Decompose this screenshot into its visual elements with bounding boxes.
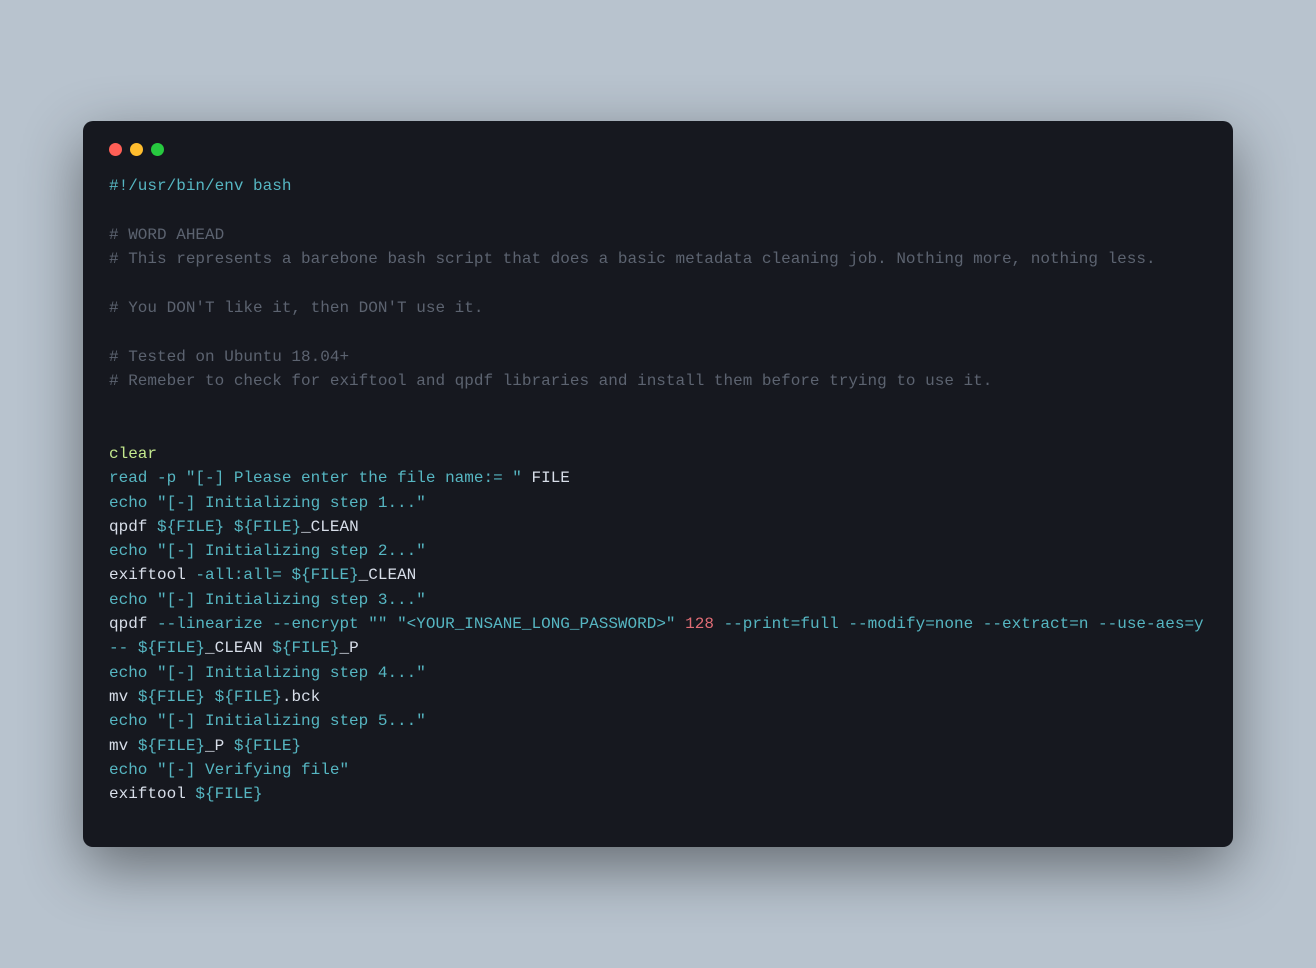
string: "[-] Initializing step 2..." <box>157 542 426 560</box>
suffix: _CLEAN <box>301 518 359 536</box>
number: 128 <box>685 615 714 633</box>
opt: -all:all= <box>195 566 281 584</box>
comment-line: # Tested on Ubuntu 18.04+ <box>109 348 349 366</box>
var: ${FILE} <box>138 639 205 657</box>
opt: --linearize --encrypt <box>157 615 359 633</box>
cmd-clear: clear <box>109 445 157 463</box>
cmd-echo: echo <box>109 494 147 512</box>
cmd-qpdf: qpdf <box>109 518 147 536</box>
string: "[-] Verifying file" <box>157 761 349 779</box>
var: ${FILE} <box>195 785 262 803</box>
cmd-echo: echo <box>109 542 147 560</box>
opt: -p <box>157 469 176 487</box>
string: "[-] Initializing step 4..." <box>157 664 426 682</box>
var: ${FILE} <box>215 688 282 706</box>
var: ${FILE} <box>138 688 205 706</box>
suffix: _P <box>339 639 358 657</box>
var: ${FILE} <box>272 639 339 657</box>
maximize-button[interactable] <box>151 143 164 156</box>
comment-line: # WORD AHEAD <box>109 226 224 244</box>
var: ${FILE} <box>138 737 205 755</box>
string: "" <box>368 615 387 633</box>
var: ${FILE} <box>234 737 301 755</box>
comment-line: # You DON'T like it, then DON'T use it. <box>109 299 483 317</box>
cmd-echo: echo <box>109 712 147 730</box>
cmd-read: read <box>109 469 147 487</box>
string: "[-] Initializing step 3..." <box>157 591 426 609</box>
code-block: #!/usr/bin/env bash # WORD AHEAD # This … <box>109 174 1207 806</box>
window-titlebar <box>109 141 1207 174</box>
string: "<YOUR_INSANE_LONG_PASSWORD>" <box>397 615 675 633</box>
comment-line: # This represents a barebone bash script… <box>109 250 1156 268</box>
var-name: FILE <box>522 469 570 487</box>
cmd-exiftool: exiftool <box>109 785 186 803</box>
cmd-echo: echo <box>109 761 147 779</box>
var: ${FILE} <box>234 518 301 536</box>
terminal-window: #!/usr/bin/env bash # WORD AHEAD # This … <box>83 121 1233 846</box>
cmd-echo: echo <box>109 591 147 609</box>
string: "[-] Initializing step 1..." <box>157 494 426 512</box>
string: "[-] Please enter the file name:= " <box>186 469 522 487</box>
minimize-button[interactable] <box>130 143 143 156</box>
cmd-exiftool: exiftool <box>109 566 186 584</box>
close-button[interactable] <box>109 143 122 156</box>
string: "[-] Initializing step 5..." <box>157 712 426 730</box>
suffix: _CLEAN <box>359 566 417 584</box>
cmd-mv: mv <box>109 688 128 706</box>
shebang-line: #!/usr/bin/env bash <box>109 177 291 195</box>
cmd-mv: mv <box>109 737 128 755</box>
var: ${FILE} <box>157 518 224 536</box>
comment-line: # Remeber to check for exiftool and qpdf… <box>109 372 992 390</box>
cmd-echo: echo <box>109 664 147 682</box>
var: ${FILE} <box>291 566 358 584</box>
suffix: _P <box>205 737 224 755</box>
suffix: _CLEAN <box>205 639 263 657</box>
suffix: .bck <box>282 688 320 706</box>
cmd-qpdf: qpdf <box>109 615 147 633</box>
